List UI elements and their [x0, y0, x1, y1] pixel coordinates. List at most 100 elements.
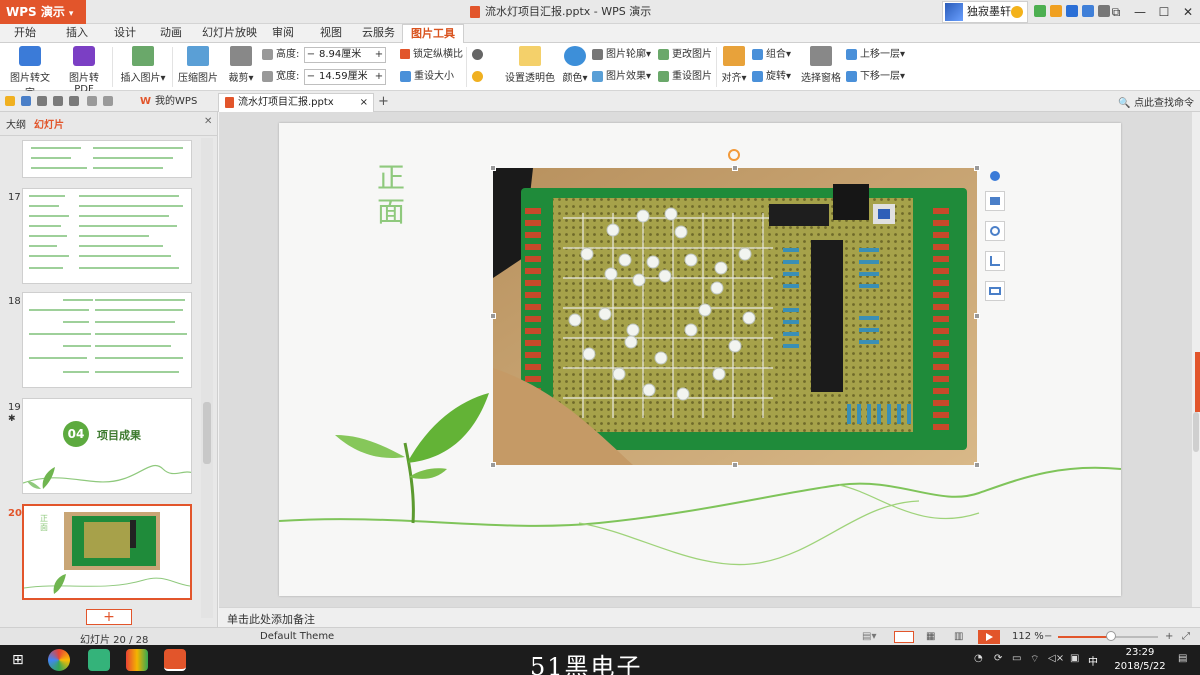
redo-icon[interactable] [103, 96, 113, 106]
tray-app-icon[interactable]: ▣ [1070, 653, 1079, 664]
tab-my-wps[interactable]: W 我的WPS [134, 93, 203, 112]
wps-taskbar-icon[interactable] [164, 649, 186, 671]
send-backward-button[interactable]: 下移一层▾ [846, 69, 905, 85]
compress-picture-button[interactable]: 压缩图片 [176, 46, 220, 84]
resize-handle[interactable] [974, 462, 980, 468]
group-button[interactable]: 组合▾ [752, 47, 791, 63]
lock-ratio-checkbox[interactable]: 锁定纵横比 [400, 47, 463, 63]
crop-tool-icon[interactable] [985, 251, 1005, 271]
minimize-icon[interactable]: — [1128, 0, 1152, 24]
align-button[interactable]: 对齐▾ [720, 46, 748, 84]
contrast-button[interactable] [472, 47, 486, 63]
zoom-out-icon[interactable]: − [1044, 631, 1052, 642]
new-tab-icon[interactable]: + [378, 94, 389, 109]
notes-pane[interactable]: 单击此处添加备注 [219, 607, 1200, 627]
settings-icon[interactable] [1082, 5, 1094, 17]
tab-current-document[interactable]: 流水灯项目汇报.pptx × [218, 93, 374, 112]
notification-icon[interactable]: ▤ [1178, 653, 1187, 664]
canvas-scrollbar-thumb[interactable] [1193, 412, 1199, 452]
width-value[interactable]: 14.59厘米 [317, 70, 373, 84]
system-clock[interactable]: 23:29 2018/5/22 [1112, 646, 1168, 674]
command-search[interactable]: 🔍 点此查找命令 [1118, 94, 1194, 109]
tab-review[interactable]: 审阅 [272, 24, 294, 43]
resize-handle[interactable] [974, 165, 980, 171]
panel-scrollbar[interactable] [201, 138, 213, 618]
open-icon[interactable] [5, 96, 15, 106]
print-icon[interactable] [53, 96, 63, 106]
play-slideshow-button[interactable] [978, 630, 1000, 644]
close-icon[interactable]: ✕ [1176, 0, 1200, 24]
zoom-slider-knob[interactable] [1106, 631, 1116, 641]
restore-icon[interactable]: ⧉ [1104, 0, 1128, 24]
fit-window-icon[interactable]: ⤢ [1182, 631, 1190, 642]
collapse-icon[interactable] [990, 171, 1000, 181]
frame-tool-icon[interactable] [985, 281, 1005, 301]
tab-home[interactable]: 开始 [14, 24, 36, 43]
tab-cloud[interactable]: 云服务 [362, 24, 395, 43]
resize-handle[interactable] [490, 165, 496, 171]
color-button[interactable]: 颜色▾ [560, 46, 590, 84]
slide-thumbnail-current[interactable]: 正面 [22, 504, 192, 600]
resize-handle[interactable] [490, 462, 496, 468]
maximize-icon[interactable]: ☐ [1152, 0, 1176, 24]
browser-icon[interactable] [48, 649, 70, 671]
user-account[interactable]: 独寂墨轩 [942, 1, 1028, 23]
wifi-icon[interactable]: ⌔ [1030, 653, 1039, 666]
skin-icon[interactable] [1034, 5, 1046, 17]
reset-size-button[interactable]: 重设大小 [400, 69, 454, 85]
width-stepper[interactable]: −14.59厘米 + [304, 69, 386, 85]
tab-animation[interactable]: 动画 [160, 24, 182, 43]
tab-outline[interactable]: 大纲 [6, 116, 26, 131]
message-icon[interactable] [1050, 5, 1062, 17]
pcb-photo[interactable] [493, 168, 977, 465]
height-stepper[interactable]: −8.94厘米 + [304, 47, 386, 63]
normal-view-icon[interactable] [894, 631, 914, 643]
slide-thumbnail[interactable] [22, 188, 192, 284]
pic-to-pdf-button[interactable]: 图片转PDF [60, 46, 108, 95]
resize-handle[interactable] [490, 313, 496, 319]
tab-slides[interactable]: 幻灯片 [34, 116, 64, 131]
chat-app-icon[interactable] [88, 649, 110, 671]
tab-slideshow[interactable]: 幻灯片放映 [202, 24, 257, 43]
reading-view-icon[interactable]: ▥ [954, 631, 963, 642]
zoom-in-icon[interactable]: + [1165, 631, 1173, 642]
picture-effect-button[interactable]: 图片效果▾ [592, 69, 651, 85]
network-icon[interactable]: ◔ [974, 653, 983, 664]
tab-picture-tools[interactable]: 图片工具 [402, 24, 464, 44]
decrement-icon[interactable]: − [305, 70, 317, 84]
battery-icon[interactable]: ▭ [1012, 653, 1021, 664]
notes-placeholder[interactable]: 单击此处添加备注 [227, 611, 315, 627]
reset-picture-button[interactable]: 重设图片 [658, 69, 712, 85]
resize-handle[interactable] [732, 165, 738, 171]
tab-view[interactable]: 视图 [320, 24, 342, 43]
crop-button[interactable]: 裁剪▾ [226, 46, 256, 84]
set-transparent-button[interactable]: 设置透明色 [504, 46, 556, 84]
zoom-level[interactable]: 112 % [1012, 631, 1044, 642]
zoom-tool-icon[interactable] [985, 221, 1005, 241]
insert-picture-button[interactable]: 插入图片▾ [118, 46, 168, 84]
volume-icon[interactable]: ◁× [1048, 653, 1064, 664]
panel-scrollbar-thumb[interactable] [203, 402, 211, 464]
windows-start-icon[interactable]: ⊞ [12, 652, 24, 668]
sorter-view-icon[interactable]: ▦ [926, 631, 935, 642]
resize-handle[interactable] [974, 313, 980, 319]
rotate-handle-icon[interactable] [728, 149, 740, 161]
rotate-button[interactable]: 旋转▾ [752, 69, 791, 85]
tab-design[interactable]: 设计 [114, 24, 136, 43]
sync-icon[interactable]: ⟳ [994, 653, 1002, 664]
slide-thumbnail[interactable] [22, 140, 192, 178]
undo-icon[interactable] [87, 96, 97, 106]
increment-icon[interactable]: + [373, 70, 385, 84]
slide-thumbnail[interactable]: 04 项目成果 [22, 398, 192, 494]
decrement-icon[interactable]: − [305, 48, 317, 62]
brightness-button[interactable] [472, 69, 486, 85]
ime-indicator[interactable]: 中 [1088, 653, 1098, 668]
close-tab-icon[interactable]: × [360, 94, 368, 112]
slide-thumbnail[interactable] [22, 292, 192, 388]
slide-title[interactable]: 正面 [374, 161, 408, 229]
resize-handle[interactable] [732, 462, 738, 468]
change-picture-button[interactable]: 更改图片 [658, 47, 712, 63]
selection-pane-button[interactable]: 选择窗格 [800, 46, 842, 84]
layer-tool-icon[interactable] [985, 191, 1005, 211]
side-panel-toggle[interactable] [1195, 352, 1200, 412]
